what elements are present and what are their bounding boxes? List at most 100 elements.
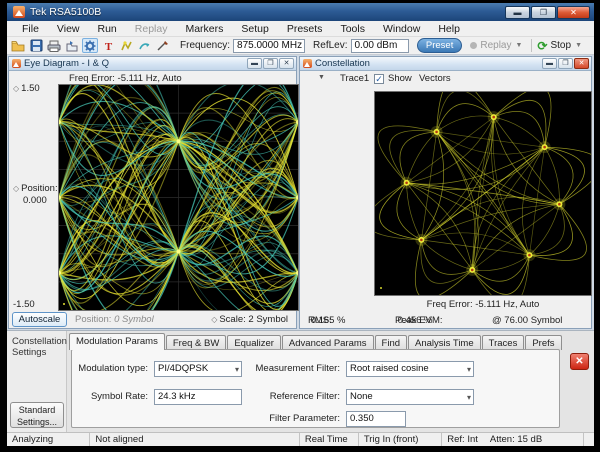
constellation-restore-button[interactable]: ❐ [558, 58, 573, 69]
status-trigger: Trig In (front) [359, 433, 442, 446]
modulation-type-label: Modulation type: [78, 363, 148, 374]
settings-tabs: Modulation Params Freq & BW Equalizer Ad… [69, 333, 563, 350]
toolbar: T Frequency: 875.0000 MHz RefLev: 0.00 d… [7, 37, 594, 55]
main-area: Eye Diagram - I & Q ▬ ❐ ✕ Freq Error: -5… [7, 55, 594, 330]
replay-button: Replay [470, 40, 511, 51]
vectors-label[interactable]: Vectors [419, 73, 451, 84]
tab-modulation-params[interactable]: Modulation Params [69, 333, 165, 350]
settings-sidebar-title: Constellation Settings [12, 336, 64, 358]
recall-icon[interactable] [64, 38, 80, 53]
standard-settings-button[interactable]: Standard Settings... [10, 402, 64, 428]
status-bar: Analyzing Not aligned Real Time Trig In … [7, 432, 594, 446]
menu-item-view[interactable]: View [48, 22, 89, 36]
close-button[interactable]: ✕ [557, 6, 590, 19]
window-controls: ▬ ❐ ✕ [505, 6, 590, 19]
trace-row: ▼ Trace1 ✓ Show Vectors [300, 73, 591, 88]
window-title: Tek RSA5100B [30, 6, 505, 18]
eye-ymax-label[interactable]: ◇1.50 [13, 83, 40, 94]
show-checkbox[interactable]: ✓ [374, 74, 384, 84]
status-spacer [584, 433, 594, 446]
settings-close-button[interactable]: ✕ [570, 353, 589, 370]
constellation-panel-title: Constellation [315, 58, 541, 69]
eye-panel-header[interactable]: Eye Diagram - I & Q ▬ ❐ ✕ [9, 57, 296, 71]
frequency-label: Frequency: [180, 40, 230, 51]
eye-ymin-label: -1.50 [13, 299, 35, 310]
settings-area: Constellation Settings Standard Settings… [7, 330, 594, 432]
eye-restore-button[interactable]: ❐ [263, 58, 278, 69]
constellation-plot [375, 92, 591, 295]
adjust-diamond-icon: ◇ [13, 184, 19, 193]
trace-name[interactable]: Trace1 [340, 73, 369, 84]
tab-advanced-params[interactable]: Advanced Params [282, 335, 374, 350]
measure-icon[interactable] [154, 38, 170, 53]
symbol-rate-input[interactable]: 24.3 kHz [154, 389, 242, 405]
eye-panel-title: Eye Diagram - I & Q [24, 58, 246, 69]
constellation-close-button[interactable]: ✕ [574, 58, 589, 69]
reflev-label: RefLev: [313, 40, 347, 51]
tek-app-icon [13, 6, 25, 18]
stop-button[interactable]: ⟳Stop [537, 40, 571, 51]
show-label: Show [388, 73, 412, 84]
frequency-input[interactable]: 875.0000 MHz [233, 39, 305, 53]
tab-prefs[interactable]: Prefs [525, 335, 561, 350]
measurement-filter-select[interactable]: Root raised cosine [346, 361, 474, 377]
toolbar-right-group: Preset Replay ▼ ⟳Stop ▼ [417, 38, 594, 53]
eye-minimize-button[interactable]: ▬ [247, 58, 262, 69]
reflev-input[interactable]: 0.00 dBm [351, 39, 409, 53]
menu-item-markers[interactable]: Markers [176, 22, 232, 36]
minimize-button[interactable]: ▬ [505, 6, 530, 19]
replay-record-icon [470, 42, 477, 49]
open-folder-icon[interactable] [10, 38, 26, 53]
menu-item-file[interactable]: File [13, 22, 48, 36]
trace-expander-icon[interactable]: ▼ [318, 74, 325, 81]
eye-freq-error: Freq Error: -5.111 Hz, Auto [69, 73, 182, 84]
preset-button[interactable]: Preset [417, 38, 462, 53]
reference-filter-select[interactable]: None [346, 389, 474, 405]
eye-diagram-plot [59, 85, 298, 310]
menu-item-window[interactable]: Window [374, 22, 429, 36]
reference-filter-label: Reference Filter: [270, 391, 340, 402]
menu-item-run[interactable]: Run [89, 22, 126, 36]
save-icon[interactable] [28, 38, 44, 53]
symbol-rate-label: Symbol Rate: [91, 391, 148, 402]
svg-text:T: T [104, 41, 112, 52]
constellation-minimize-button[interactable]: ▬ [542, 58, 557, 69]
modulation-type-select[interactable]: PI/4DQPSK [154, 361, 242, 377]
tab-find[interactable]: Find [375, 335, 407, 350]
eye-position-control[interactable]: ◇Position:0.000 [13, 183, 58, 207]
constellation-panel-header[interactable]: Constellation ▬ ❐ ✕ [300, 57, 591, 71]
replay-dropdown-icon[interactable]: ▼ [515, 42, 522, 49]
stop-dropdown-icon[interactable]: ▼ [575, 42, 582, 49]
trace-arrow-icon[interactable] [136, 38, 152, 53]
eye-panel-icon [12, 59, 21, 68]
menu-item-help[interactable]: Help [429, 22, 469, 36]
filter-parameter-label: Filter Parameter: [269, 413, 340, 424]
filter-parameter-input[interactable]: 0.350 [346, 411, 406, 427]
tab-freq-bw[interactable]: Freq & BW [166, 335, 226, 350]
menu-item-presets[interactable]: Presets [278, 22, 332, 36]
constellation-plot-area[interactable] [374, 91, 592, 296]
autoscale-button[interactable]: Autoscale [12, 312, 67, 327]
adjust-diamond-icon: ◇ [13, 84, 19, 93]
eye-bottom-position: Position: 0 Symbol [75, 314, 154, 325]
adjust-diamond-icon: ◇ [211, 315, 217, 324]
eye-plot-area[interactable] [58, 84, 299, 311]
menu-item-tools[interactable]: Tools [331, 22, 374, 36]
tab-traces[interactable]: Traces [482, 335, 525, 350]
tab-analysis-time[interactable]: Analysis Time [408, 335, 481, 350]
menu-bar: File View Run Replay Markers Setup Prese… [7, 21, 594, 37]
eye-close-button[interactable]: ✕ [279, 58, 294, 69]
settings-gear-icon[interactable] [82, 38, 98, 53]
status-acq-mode: Real Time [300, 433, 359, 446]
marker-peak-icon[interactable] [118, 38, 134, 53]
settings-sidebar: Constellation Settings Standard Settings… [7, 331, 67, 433]
maximize-button[interactable]: ❐ [531, 6, 556, 19]
toolbar-separator [531, 39, 532, 52]
text-marker-icon[interactable]: T [100, 38, 116, 53]
tab-equalizer[interactable]: Equalizer [227, 335, 281, 350]
title-bar: Tek RSA5100B ▬ ❐ ✕ [7, 3, 594, 21]
print-icon[interactable] [46, 38, 62, 53]
eye-scale-control[interactable]: ◇Scale: 2 Symbol [211, 314, 288, 325]
at-symbol-stat: @ 76.00 Symbol [492, 315, 562, 326]
menu-item-setup[interactable]: Setup [232, 22, 277, 36]
